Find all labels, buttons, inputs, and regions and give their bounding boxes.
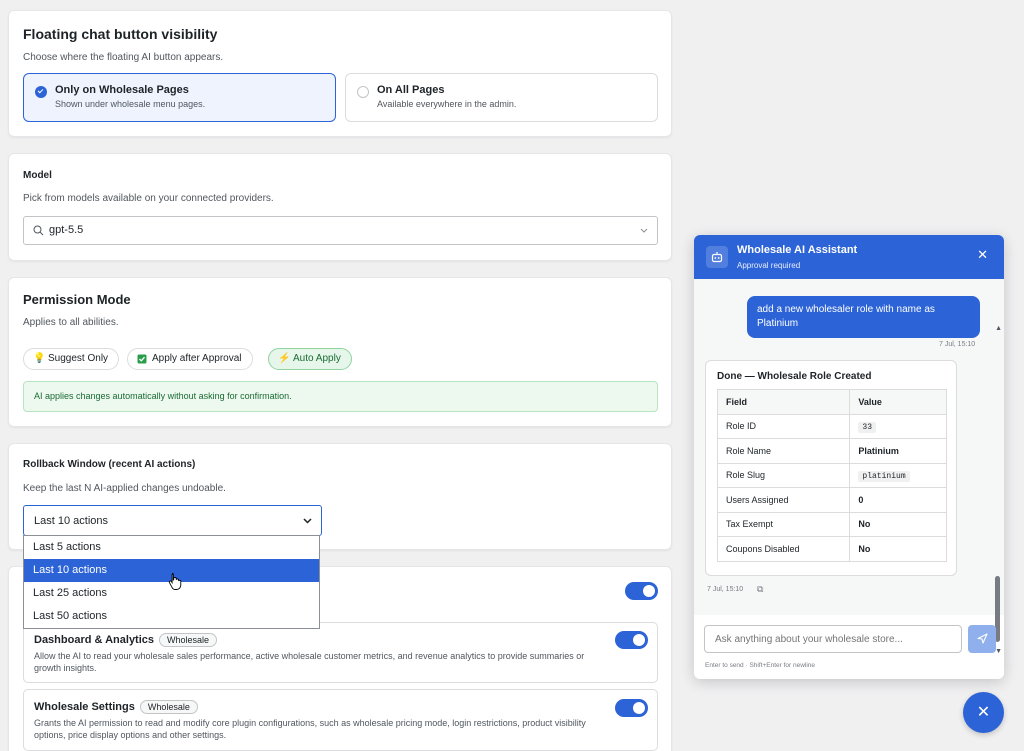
close-icon[interactable]: ✕ [977, 247, 988, 263]
radio-checked-icon [35, 86, 47, 98]
section-description: Pick from models available on your conne… [23, 193, 274, 204]
section-description: Choose where the floating AI button appe… [23, 52, 224, 63]
rollback-select[interactable]: Last 10 actions [23, 505, 322, 536]
chevron-down-icon [640, 228, 648, 233]
chat-input-box [704, 625, 962, 653]
section-title: Model [23, 170, 52, 181]
scroll-down-icon[interactable]: ▼ [995, 648, 1002, 655]
chat-subtitle: Approval required [737, 261, 801, 270]
send-icon [976, 633, 988, 644]
mode-label: Apply after Approval [152, 353, 242, 364]
rollback-card: Rollback Window (recent AI actions) Keep… [8, 443, 672, 550]
model-value: gpt-5.5 [49, 224, 84, 236]
table-row: Coupons Disabled No [716, 536, 947, 562]
ability-wholesale-settings: Wholesale Settings Wholesale Grants the A… [23, 689, 658, 751]
model-select[interactable]: gpt-5.5 [23, 216, 658, 245]
robot-icon [706, 246, 728, 268]
mode-suggest-only[interactable]: 💡 Suggest Only [23, 348, 120, 370]
table-row: Role ID 33 [716, 413, 947, 439]
floating-visibility-card: Floating chat button visibility Choose w… [8, 10, 672, 137]
section-title: Rollback Window (recent AI actions) [23, 459, 196, 470]
wholesale-badge: Wholesale [159, 633, 218, 647]
auto-apply-note: AI applies changes automatically without… [23, 381, 658, 412]
user-message: add a new wholesaler role with name as P… [747, 296, 980, 338]
mode-apply-after-approval[interactable]: Apply after Approval [127, 348, 253, 370]
mode-label: Suggest Only [48, 353, 109, 364]
master-toggle[interactable] [625, 582, 658, 600]
model-card: Model Pick from models available on your… [8, 153, 672, 261]
lightbulb-icon: 💡 [33, 353, 46, 364]
ability-title: Wholesale Settings Wholesale [34, 700, 198, 714]
scroll-up-icon[interactable]: ▲ [995, 325, 1002, 332]
option-label: Only on Wholesale Pages [55, 84, 189, 96]
floating-chat-close-button[interactable]: ✕ [963, 692, 1004, 733]
ability-toggle[interactable] [615, 699, 648, 717]
wholesale-badge: Wholesale [139, 700, 198, 714]
assistant-message: Done — Wholesale Role Created Field Value… [705, 360, 957, 576]
option-all-pages[interactable]: On All Pages Available everywhere in the… [345, 73, 658, 122]
send-button[interactable] [968, 625, 996, 653]
chevron-down-icon [303, 518, 312, 524]
rollback-value: Last 10 actions [34, 515, 108, 527]
table-row: Tax Exempt No [716, 511, 947, 537]
section-description: Applies to all abilities. [23, 317, 119, 328]
reply-title: Done — Wholesale Role Created [717, 371, 872, 382]
lightning-icon: ⚡ [278, 353, 291, 364]
ability-title: Dashboard & Analytics Wholesale [34, 633, 218, 647]
table-row: Users Assigned 0 [716, 487, 947, 513]
message-timestamp: 7 Jul, 15:10 [707, 586, 744, 593]
ai-assistant-chat: Wholesale AI Assistant Approval required… [694, 235, 1004, 679]
search-icon [33, 225, 44, 236]
ability-description: Grants the AI permission to read and mod… [34, 718, 586, 740]
chat-input[interactable] [715, 626, 955, 652]
message-timestamp: 7 Jul, 15:10 [939, 341, 976, 348]
chat-messages[interactable]: add a new wholesaler role with name as P… [694, 279, 1004, 655]
close-icon: ✕ [976, 704, 991, 721]
option-wholesale-pages[interactable]: Only on Wholesale Pages Shown under whol… [23, 73, 336, 122]
mode-auto-apply[interactable]: ⚡ Auto Apply [268, 348, 352, 370]
result-table: Field Value Role ID 33 Role Name Platinium … [716, 389, 947, 562]
mode-label: Auto Apply [293, 353, 341, 364]
table-header-row: Field Value [716, 389, 947, 415]
ability-description: Allow the AI to read your wholesale sale… [34, 651, 585, 673]
permission-card: Permission Mode Applies to all abilities… [8, 277, 672, 427]
section-title: Permission Mode [23, 292, 131, 307]
chat-title: Wholesale AI Assistant [737, 244, 858, 256]
hand-cursor-icon [168, 573, 182, 590]
ability-dashboard-analytics: Dashboard & Analytics Wholesale Allow the… [23, 622, 658, 683]
checkbox-icon [137, 349, 147, 372]
table-row: Role Slug platinium [716, 462, 947, 488]
chat-header: Wholesale AI Assistant Approval required… [694, 235, 1004, 279]
table-row: Role Name Platinium [716, 438, 947, 464]
option-description: Shown under wholesale menu pages. [55, 99, 206, 109]
ability-toggle[interactable] [615, 631, 648, 649]
copy-icon[interactable]: ⧉ [757, 584, 763, 595]
section-title: Floating chat button visibility [23, 26, 218, 42]
keyboard-hint: Enter to send · Shift+Enter for newline [705, 662, 816, 669]
section-description: Keep the last N AI-applied changes undoa… [23, 483, 226, 494]
option-label: On All Pages [377, 84, 445, 96]
dropdown-option[interactable]: Last 50 actions [24, 605, 319, 628]
option-description: Available everywhere in the admin. [377, 99, 517, 109]
radio-unchecked-icon [357, 86, 369, 98]
dropdown-option[interactable]: Last 5 actions [24, 536, 319, 559]
